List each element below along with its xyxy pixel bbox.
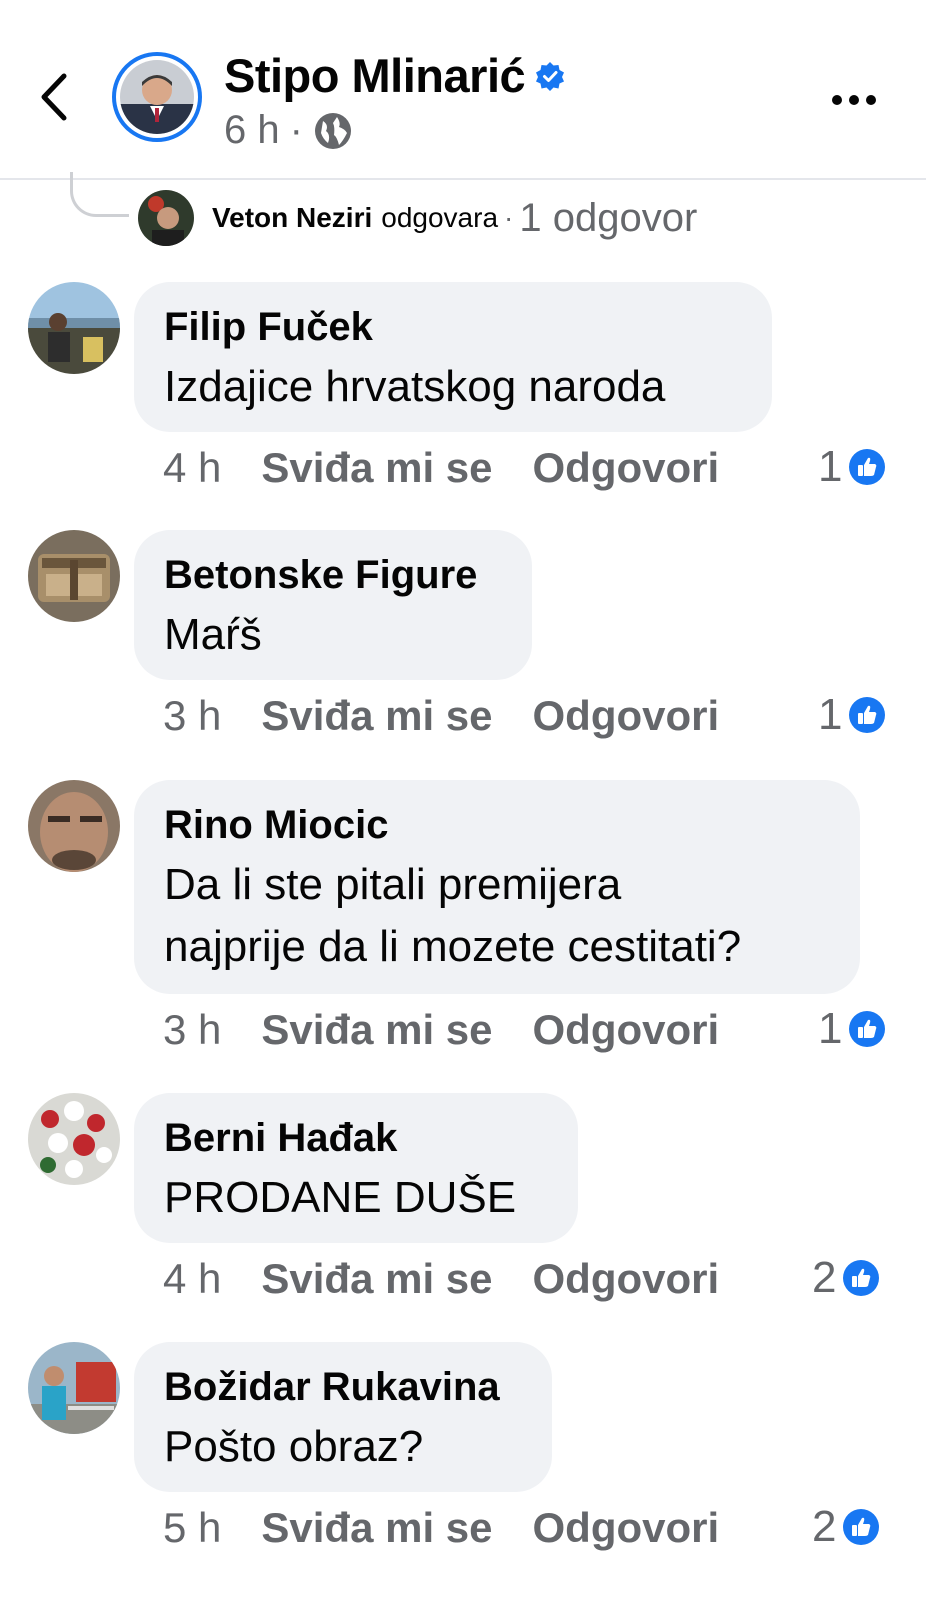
reply-button[interactable]: Odgovori bbox=[533, 1255, 720, 1303]
reaction-count[interactable]: 1 bbox=[818, 690, 886, 740]
comment-author[interactable]: Božidar Rukavina bbox=[164, 1362, 522, 1412]
reply-button[interactable]: Odgovori bbox=[533, 692, 720, 740]
reaction-count-number: 1 bbox=[818, 1004, 843, 1053]
comment-text-line: najprije da li mozete cestitati? bbox=[164, 922, 742, 971]
avatar[interactable] bbox=[28, 282, 120, 374]
meta-separator: · bbox=[289, 108, 303, 152]
like-button[interactable]: Sviđa mi se bbox=[261, 444, 492, 492]
like-button[interactable]: Sviđa mi se bbox=[261, 1006, 492, 1054]
reaction-count[interactable]: 1 bbox=[818, 1004, 886, 1054]
reply-separator: · bbox=[504, 202, 514, 233]
reply-button[interactable]: Odgovori bbox=[533, 444, 720, 492]
like-button[interactable]: Sviđa mi se bbox=[261, 1255, 492, 1303]
comment-bubble[interactable]: Filip Fuček Izdajice hrvatskog naroda bbox=[134, 282, 772, 432]
like-reaction-icon bbox=[849, 449, 886, 485]
like-button[interactable]: Sviđa mi se bbox=[261, 692, 492, 740]
comment-time[interactable]: 4 h bbox=[163, 1255, 221, 1303]
comment-time[interactable]: 3 h bbox=[163, 1006, 221, 1054]
comment-bubble[interactable]: Božidar Rukavina Pošto obraz? bbox=[134, 1342, 552, 1492]
comment-author[interactable]: Berni Hađak bbox=[164, 1113, 548, 1163]
page-title[interactable]: Stipo Mlinarić bbox=[224, 48, 526, 103]
thread-connector bbox=[70, 172, 129, 217]
reaction-count-number: 1 bbox=[818, 690, 843, 739]
avatar[interactable] bbox=[28, 1093, 120, 1185]
reply-preview[interactable]: Veton Neziri odgovara · 1 odgovor bbox=[138, 190, 697, 246]
globe-icon bbox=[314, 112, 351, 149]
chevron-left-icon bbox=[41, 73, 67, 121]
more-horizontal-icon bbox=[832, 95, 876, 105]
like-reaction-icon bbox=[843, 1509, 880, 1545]
avatar bbox=[138, 190, 194, 246]
avatar[interactable] bbox=[28, 780, 120, 872]
like-reaction-icon bbox=[849, 1011, 886, 1047]
verified-badge-icon bbox=[536, 61, 565, 91]
reaction-count[interactable]: 1 bbox=[818, 442, 886, 492]
reply-button[interactable]: Odgovori bbox=[533, 1504, 720, 1552]
page-avatar[interactable] bbox=[112, 52, 202, 142]
reaction-count-number: 2 bbox=[812, 1502, 837, 1551]
comment-author[interactable]: Betonske Figure bbox=[164, 550, 502, 600]
reply-button[interactable]: Odgovori bbox=[533, 1006, 720, 1054]
comment-text: Izdajice hrvatskog naroda bbox=[164, 362, 666, 411]
reply-action-text: odgovara bbox=[381, 202, 499, 233]
post-header: Stipo Mlinarić 6 h · bbox=[0, 0, 926, 180]
like-reaction-icon bbox=[843, 1260, 880, 1296]
reply-count[interactable]: 1 odgovor bbox=[519, 196, 697, 241]
comment-bubble[interactable]: Rino Miocic Da li ste pitali premijera n… bbox=[134, 780, 860, 994]
more-options-button[interactable] bbox=[826, 80, 886, 120]
reply-author[interactable]: Veton Neziri bbox=[212, 202, 372, 234]
comment-bubble[interactable]: Berni Hađak PRODANE DUŠE bbox=[134, 1093, 578, 1243]
reaction-count[interactable]: 2 bbox=[812, 1502, 880, 1552]
comment-text-line: Da li ste pitali premijera bbox=[164, 860, 622, 909]
comment-text: PRODANE DUŠE bbox=[164, 1173, 517, 1222]
comment-author[interactable]: Rino Miocic bbox=[164, 800, 830, 850]
comment-bubble[interactable]: Betonske Figure Maŕš bbox=[134, 530, 532, 680]
reaction-count[interactable]: 2 bbox=[812, 1253, 880, 1303]
comment-text: Maŕš bbox=[164, 610, 262, 659]
like-reaction-icon bbox=[849, 697, 886, 733]
comment-text: Pošto obraz? bbox=[164, 1422, 424, 1471]
comment-time[interactable]: 3 h bbox=[163, 692, 221, 740]
comment-time[interactable]: 5 h bbox=[163, 1504, 221, 1552]
comment-time[interactable]: 4 h bbox=[163, 444, 221, 492]
avatar[interactable] bbox=[28, 530, 120, 622]
reaction-count-number: 2 bbox=[812, 1253, 837, 1302]
avatar[interactable] bbox=[28, 1342, 120, 1434]
post-time[interactable]: 6 h bbox=[224, 108, 280, 153]
like-button[interactable]: Sviđa mi se bbox=[261, 1504, 492, 1552]
reaction-count-number: 1 bbox=[818, 442, 843, 491]
comment-author[interactable]: Filip Fuček bbox=[164, 302, 742, 352]
back-button[interactable] bbox=[30, 62, 80, 132]
